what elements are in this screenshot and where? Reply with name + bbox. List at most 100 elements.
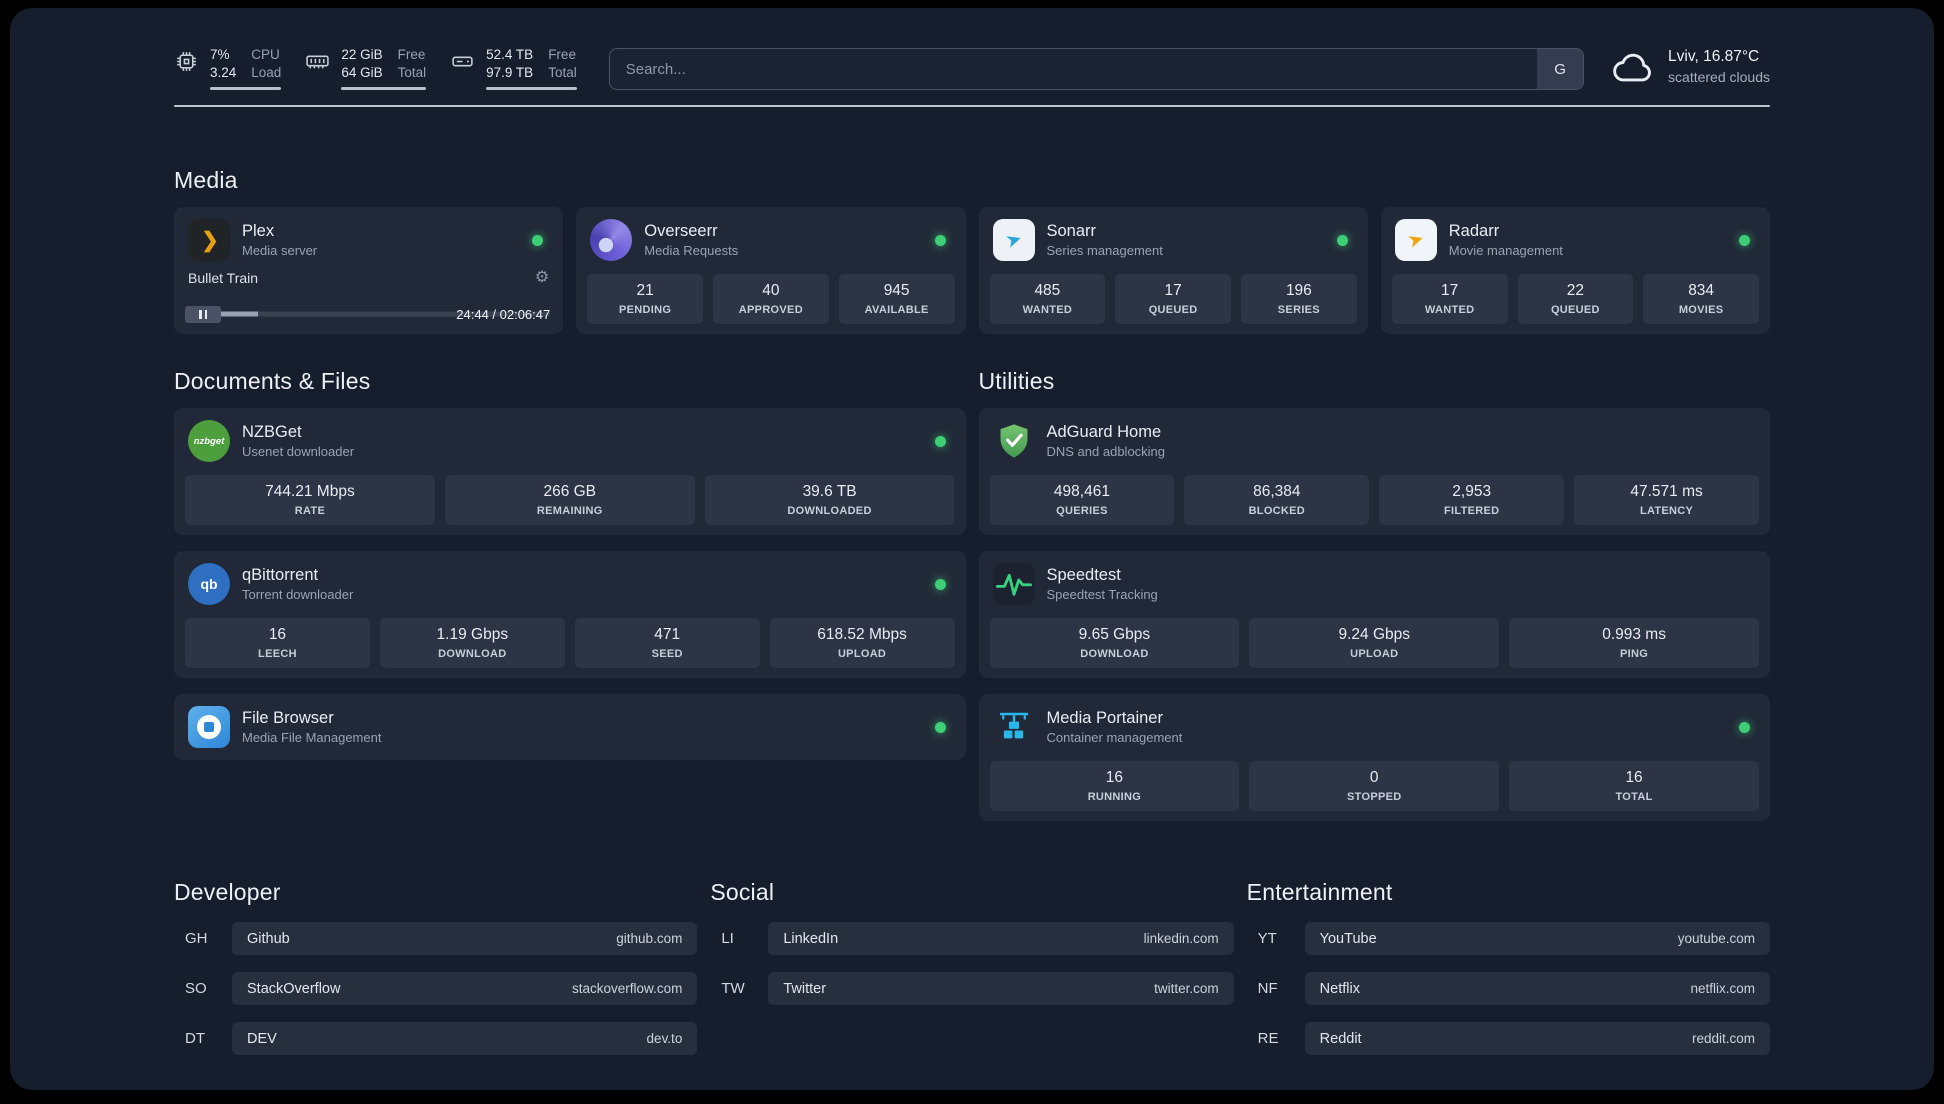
stat-running: 16 RUNNING [989,761,1240,811]
section-title-media: Media [174,167,238,193]
disk-total-value: 97.9 TB [486,64,534,80]
stat-label: STOPPED [1347,791,1402,803]
plex-card[interactable]: ❯ Plex Media server Bullet Train ⚙ 24:44… [174,207,564,334]
bookmark-name: LinkedIn [783,930,839,947]
stat-available: 945 AVAILABLE [838,274,955,324]
stat-value: 485 [1034,282,1061,299]
stat-value: 9.65 Gbps [1078,626,1151,643]
disk-icon [452,56,473,67]
qbittorrent-card[interactable]: qb qBittorrent Torrent downloader 16 LEE… [174,551,966,678]
stat-value: 17 [1164,282,1182,299]
stat-value: 39.6 TB [802,483,857,500]
overseerr-stats: 21 PENDING 40 APPROVED 945 AVAILABLE [587,274,955,324]
stat-label: RUNNING [1087,791,1142,803]
disk-free-label: Free [548,47,576,62]
status-dot [1739,234,1750,246]
stat-filtered: 2,953 FILTERED [1379,475,1565,525]
speedtest-icon [992,563,1035,605]
bookmark-youtube: YT YouTube youtube.com [1247,922,1770,955]
stat-wanted: 485 WANTED [989,274,1106,324]
bookmark-name: Github [247,930,290,947]
section-title-documents: Documents & Files [174,368,371,394]
cpu-load-label: Load [251,64,282,80]
bookmarks-social: Social LI LinkedIn linkedin.com TW Twitt… [710,879,1234,1005]
stat-label: LATENCY [1639,505,1694,517]
status-dot [934,578,946,590]
nzbget-card[interactable]: nzbget NZBGet Usenet downloader 744.21 M… [174,408,966,535]
bookmark-abbr: YT [1257,930,1277,947]
stat-label: SEED [651,648,683,660]
sonarr-card[interactable]: ➤ Sonarr Series management 485 WANTED 17… [978,207,1368,334]
bookmark-link-youtube[interactable]: YouTube youtube.com [1304,922,1770,955]
cpu-usage-value: 7% [210,47,230,62]
bookmark-abbr: GH [185,930,208,947]
sonarr-icon: ➤ [992,219,1035,261]
status-dot [1739,721,1750,733]
app-name: File Browser [242,708,334,727]
stat-pending: 21 PENDING [587,274,703,324]
stat-label: MOVIES [1678,304,1724,316]
stat-queued: 17 QUEUED [1115,274,1231,324]
adguard-card[interactable]: AdGuard Home DNS and adblocking 498,461 … [978,408,1770,535]
overseerr-card[interactable]: Overseerr Media Requests 21 PENDING 40 A… [576,207,966,334]
radarr-card[interactable]: ➤ Radarr Movie management 17 WANTED 22 Q… [1380,207,1770,334]
memory-total-label: Total [397,64,427,80]
adguard-stats: 498,461 QUERIES 86,384 BLOCKED 2,953 FIL… [989,475,1759,525]
bookmark-name: Reddit [1319,1030,1362,1047]
settings-gear-icon[interactable]: ⚙ [535,270,549,286]
pause-button[interactable] [185,305,221,323]
bookmark-reddit: RE Reddit reddit.com [1247,1022,1770,1055]
app-name: AdGuard Home [1046,422,1162,441]
app-subtitle: Usenet downloader [242,444,355,460]
search-provider-button[interactable]: G [1537,49,1584,89]
stat-value: 196 [1285,282,1312,299]
stat-latency: 47.571 ms LATENCY [1574,475,1759,525]
stat-value: 16 [268,626,287,643]
status-dot [1336,234,1348,246]
bookmark-link-github[interactable]: Github github.com [232,922,698,955]
status-dot [532,234,544,246]
stat-rate: 744.21 Mbps RATE [185,475,435,525]
stat-value: 16 [1625,769,1643,786]
memory-usage-bar [341,86,427,90]
app-name: NZBGet [242,422,302,441]
bookmark-link-stackoverflow[interactable]: StackOverflow stackoverflow.com [232,972,698,1005]
stat-wanted: 17 WANTED [1391,274,1508,324]
stat-value: 618.52 Mbps [817,626,907,643]
plex-icon: ❯ [188,219,230,261]
memory-total-value: 64 GiB [341,64,383,80]
stat-queued: 22 QUEUED [1517,274,1634,324]
bookmark-abbr: DT [185,1030,205,1047]
radarr-stats: 17 WANTED 22 QUEUED 834 MOVIES [1391,274,1759,324]
stat-downloaded: 39.6 TB DOWNLOADED [704,475,955,525]
app-name: Speedtest [1046,565,1121,584]
app-name: qBittorrent [242,565,319,584]
stat-total: 16 TOTAL [1509,761,1759,811]
disk-usage-bar [486,86,577,90]
search-input[interactable] [608,48,1585,90]
bookmark-name: DEV [247,1030,277,1047]
filebrowser-card[interactable]: File Browser Media File Management [174,694,966,760]
radarr-icon: ➤ [1394,219,1437,261]
stat-label: FILTERED [1444,505,1500,517]
portainer-card[interactable]: Media Portainer Container management 16 … [978,694,1770,821]
stat-blocked: 86,384 BLOCKED [1184,475,1370,525]
bookmarks-developer: Developer GH Github github.com SO StackO… [174,879,698,1055]
weather-location: Lviv, 16.87°C [1668,48,1760,65]
speedtest-card[interactable]: Speedtest Speedtest Tracking 9.65 Gbps D… [978,551,1770,678]
stat-value: 21 [636,282,654,299]
app-name: Media Portainer [1046,708,1163,727]
stat-value: 2,953 [1452,483,1492,500]
search-bar: G [608,48,1585,90]
bookmark-dev: DT DEV dev.to [174,1022,698,1055]
bookmark-link-twitter[interactable]: Twitter twitter.com [768,972,1234,1005]
bookmark-link-reddit[interactable]: Reddit reddit.com [1304,1022,1770,1055]
stat-value: 744.21 Mbps [265,483,355,500]
stat-movies: 834 MOVIES [1643,274,1759,324]
status-dot [934,234,946,246]
bookmark-link-linkedin[interactable]: LinkedIn linkedin.com [768,922,1234,955]
bookmark-github: GH Github github.com [174,922,698,955]
bookmark-link-dev[interactable]: DEV dev.to [232,1022,698,1055]
bookmark-url: netflix.com [1690,981,1755,996]
bookmark-link-netflix[interactable]: Netflix netflix.com [1304,972,1770,1005]
